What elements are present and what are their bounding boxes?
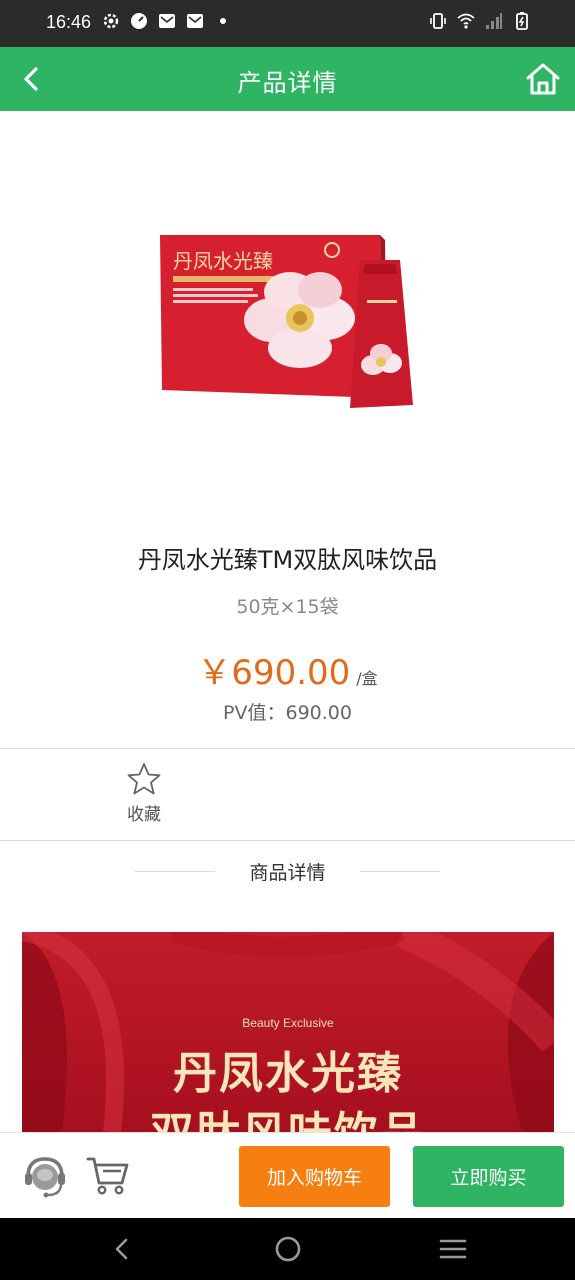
app-header: 产品详情 bbox=[0, 47, 575, 111]
product-name: 丹凤水光臻TM双肽风味饮品 bbox=[137, 546, 438, 574]
product-image[interactable]: 丹凤水光臻 bbox=[155, 230, 420, 420]
favorite-label: 收藏 bbox=[127, 805, 161, 825]
price-unit: /盒 bbox=[356, 669, 378, 688]
nav-menu-icon[interactable] bbox=[438, 1234, 468, 1264]
signal-icon bbox=[485, 12, 503, 30]
speedometer-icon bbox=[130, 12, 148, 30]
banner-title-line1: 丹凤水光臻 bbox=[173, 1048, 403, 1099]
banner-title-line2: 双肽风味饮品 bbox=[22, 1097, 554, 1132]
bottom-action-bar: 加入购物车 立即购买 bbox=[0, 1132, 575, 1219]
details-section-header: 商品详情 bbox=[0, 856, 575, 886]
nav-home-icon[interactable] bbox=[273, 1234, 303, 1264]
product-spec: 50克×15袋 bbox=[236, 596, 339, 618]
price-row: ￥690.00/盒 bbox=[0, 645, 575, 694]
favorite-button[interactable]: 收藏 bbox=[114, 762, 174, 825]
product-price: ￥690.00 bbox=[197, 653, 351, 693]
system-navigation-bar bbox=[0, 1218, 575, 1280]
divider bbox=[0, 748, 575, 749]
section-line-right bbox=[360, 871, 440, 872]
settings-icon bbox=[102, 12, 120, 30]
status-time: 16:46 bbox=[46, 12, 92, 32]
home-icon[interactable] bbox=[525, 61, 561, 97]
pv-value: PV值：690.00 bbox=[223, 702, 352, 724]
customer-service-icon[interactable] bbox=[22, 1153, 68, 1199]
banner-subtitle: Beauty Exclusive bbox=[242, 1016, 334, 1030]
detail-banner-image: Beauty Exclusive 丹凤水光臻 双肽风味饮品 bbox=[22, 932, 554, 1132]
divider bbox=[0, 840, 575, 841]
status-notification-icons bbox=[102, 12, 232, 30]
status-bar: 16:46 bbox=[0, 0, 575, 47]
dot-icon bbox=[214, 12, 232, 30]
nav-back-icon[interactable] bbox=[107, 1234, 137, 1264]
cart-icon[interactable] bbox=[86, 1155, 130, 1197]
vibrate-icon bbox=[429, 12, 447, 30]
page-title: 产品详情 bbox=[237, 69, 338, 97]
star-icon bbox=[127, 762, 161, 796]
box-brand-text: 丹凤水光臻 bbox=[173, 249, 273, 273]
status-system-icons bbox=[429, 12, 531, 30]
add-to-cart-button[interactable]: 加入购物车 bbox=[239, 1146, 390, 1207]
mail-icon bbox=[158, 12, 176, 30]
wifi-icon bbox=[457, 12, 475, 30]
details-section-title: 商品详情 bbox=[249, 862, 326, 884]
buy-now-button[interactable]: 立即购买 bbox=[413, 1146, 564, 1207]
mail-icon bbox=[186, 12, 204, 30]
battery-charging-icon bbox=[513, 12, 531, 30]
